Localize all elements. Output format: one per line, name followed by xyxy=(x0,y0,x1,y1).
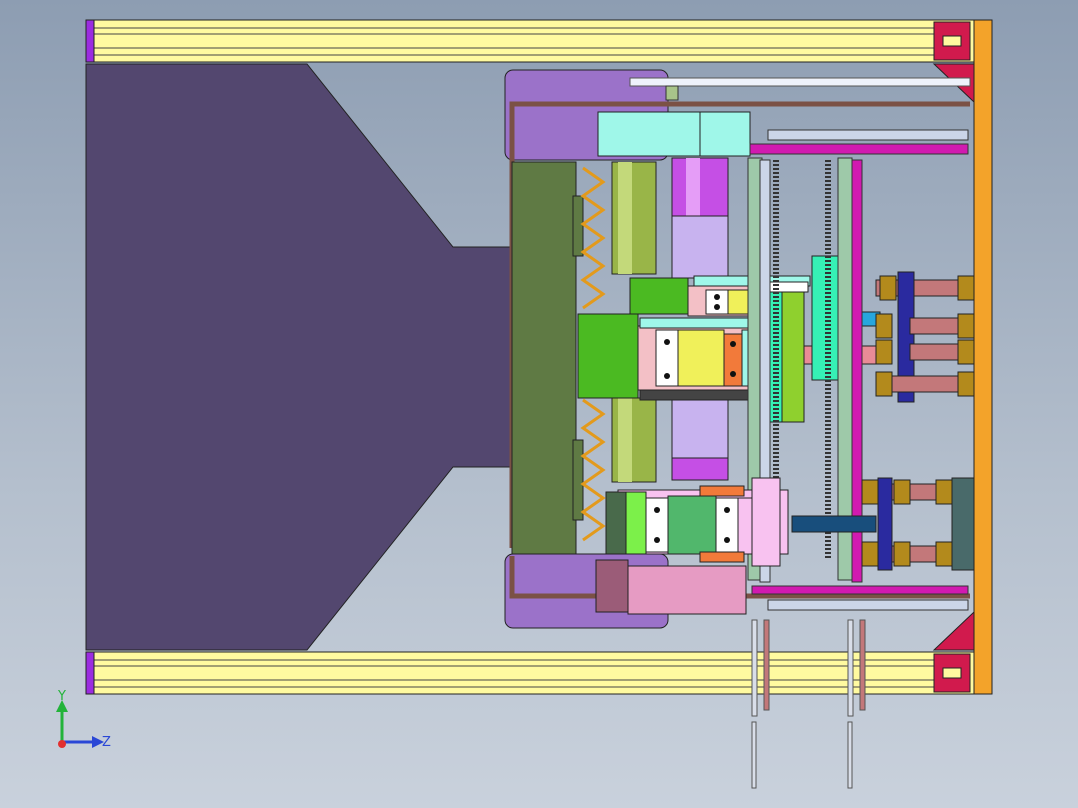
bottom-gusset xyxy=(932,610,975,651)
bottom-rail xyxy=(85,651,977,695)
cad-viewport[interactable]: Y Z xyxy=(0,0,1078,808)
bolt-assembly-upper xyxy=(875,271,975,403)
axis-triad: Y Z xyxy=(56,689,111,750)
top-rail xyxy=(85,19,977,63)
bolt-assembly-lower xyxy=(791,477,975,571)
z-axis-label: Z xyxy=(102,735,111,750)
core-block xyxy=(577,313,639,399)
upper-cylinder xyxy=(597,111,751,157)
assembly-drawing: Y Z xyxy=(56,19,993,789)
mold-base xyxy=(85,63,513,651)
clamp-plate xyxy=(511,161,577,555)
end-plate xyxy=(973,19,993,695)
y-axis-label: Y xyxy=(57,689,66,704)
ejector-pins xyxy=(751,619,866,789)
